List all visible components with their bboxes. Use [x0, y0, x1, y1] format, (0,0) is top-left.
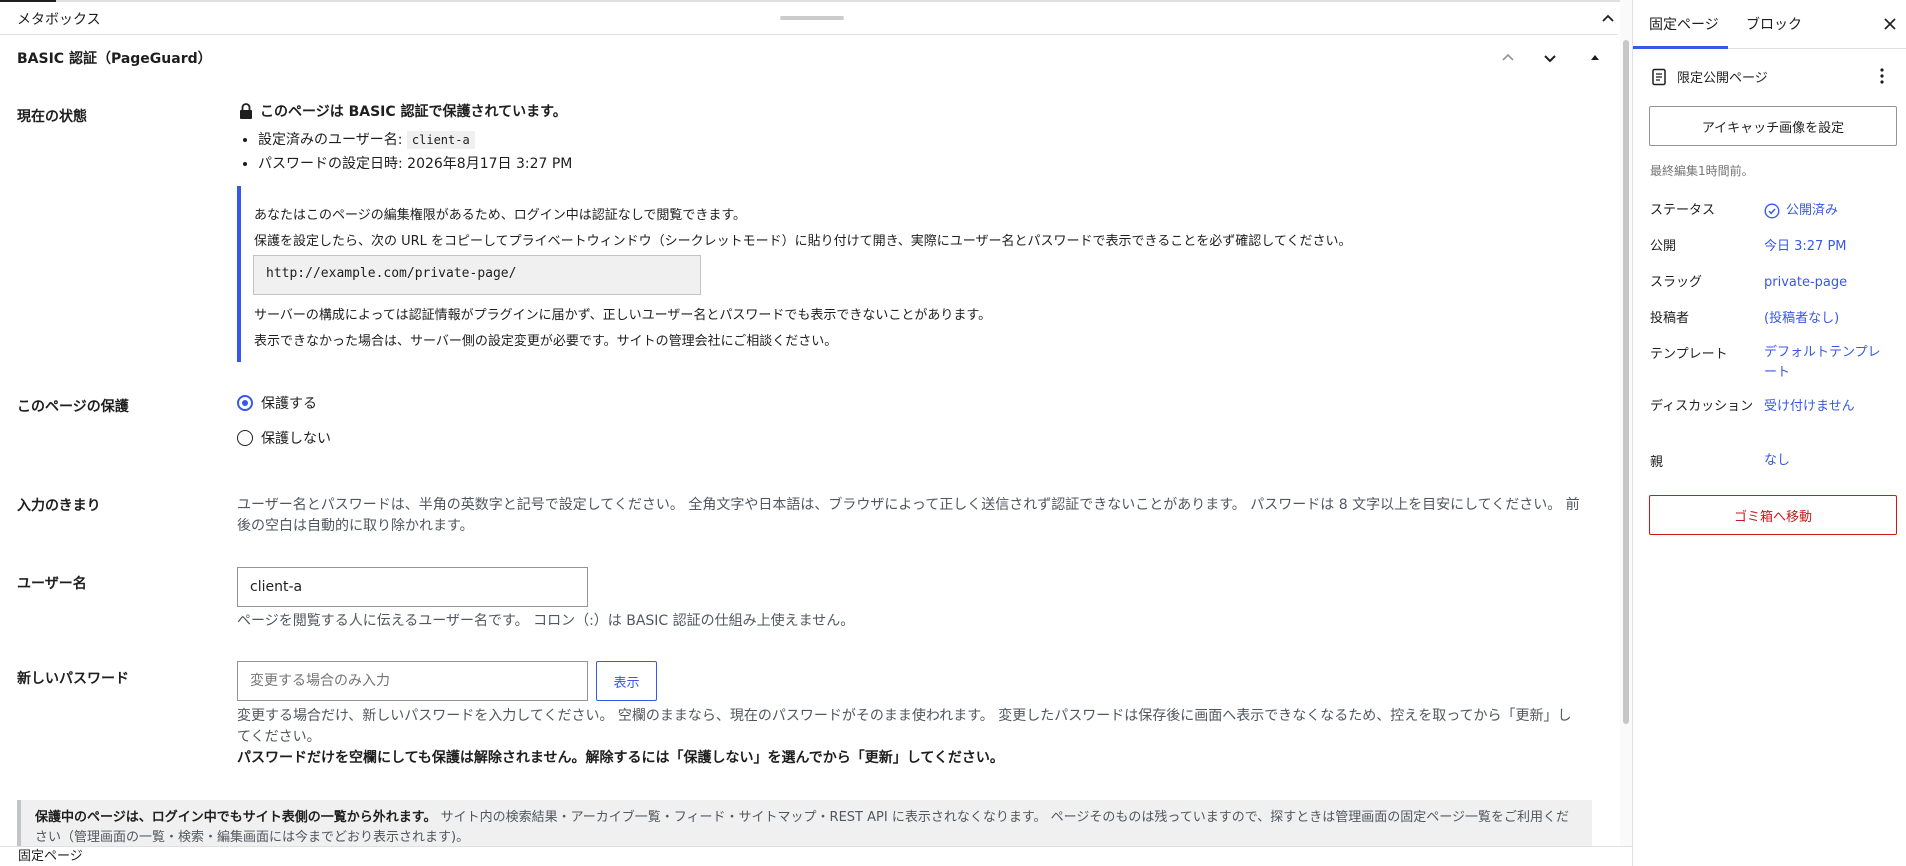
user-prefix: 設定済みのユーザー名:	[258, 132, 403, 148]
list-item: パスワードの設定日時: 2026年8月17日 3:27 PM	[258, 152, 572, 176]
sidebar-tabs: 固定ページ ブロック	[1633, 0, 1906, 49]
rules-label: 入力のきまり	[17, 498, 101, 514]
breadcrumb[interactable]: 固定ページ	[0, 846, 1632, 866]
status-heading: このページは BASIC 認証で保護されています。	[238, 101, 567, 121]
show-password-button[interactable]: 表示	[596, 661, 657, 701]
url-box[interactable]: http://example.com/private-page/	[253, 255, 701, 295]
close-icon[interactable]	[1881, 15, 1899, 33]
metabox-header[interactable]: メタボックス	[0, 2, 1618, 35]
protection-label: このページの保護	[17, 399, 129, 415]
parent-row-value[interactable]: なし	[1764, 451, 1790, 471]
password-input[interactable]	[237, 661, 588, 701]
slug-row-value[interactable]: private-page	[1764, 273, 1847, 293]
password-warning: パスワードだけを空欄にしても保護は解除されません。解除するには「保護しない」を選…	[237, 750, 1004, 766]
status-row-value[interactable]: 公開済み	[1764, 201, 1838, 221]
move-up-icon[interactable]	[1495, 46, 1521, 70]
username-code: client-a	[406, 131, 475, 149]
status-label: 現在の状態	[17, 109, 87, 125]
tab-block[interactable]: ブロック	[1746, 14, 1802, 34]
postbox-header: BASIC 認証（PageGuard）	[0, 36, 1618, 78]
rules-text: ユーザー名とパスワードは、半角の英数字と記号で設定してください。 全角文字や日本…	[237, 497, 1580, 534]
author-row-value[interactable]: (投稿者なし)	[1764, 309, 1839, 329]
lock-icon	[240, 103, 252, 119]
page-type-label: 限定公開ページ	[1677, 71, 1768, 86]
notice-line-1: あなたはこのページの編集権限があるため、ログイン中は認証なしで閲覧できます。	[254, 208, 747, 223]
check-circle-icon	[1764, 203, 1780, 219]
page-icon	[1652, 68, 1666, 85]
discussion-row-value[interactable]: 受け付けません	[1764, 397, 1855, 417]
resize-handle[interactable]	[780, 16, 844, 20]
parent-row-label: 親	[1650, 455, 1664, 470]
visibility-notice-bold: 保護中のページは、ログイン中でもサイト表側の一覧から外れます。	[35, 810, 437, 825]
active-tab-indicator	[1633, 46, 1728, 49]
scrollbar[interactable]	[1620, 0, 1632, 846]
notice-line-3: サーバーの構成によっては認証情報がプラグインに届かず、正しいユーザー名とパスワー…	[254, 308, 992, 323]
publish-row-value[interactable]: 今日 3:27 PM	[1764, 237, 1847, 257]
template-row-value[interactable]: デフォルトテンプレート	[1764, 343, 1892, 383]
last-edited: 最終編集1時間前。	[1650, 164, 1754, 178]
notice-line-4: 表示できなかった場合は、サーバー側の設定変更が必要です。サイトの管理会社にご相談…	[254, 334, 838, 349]
metabox-title: メタボックス	[17, 12, 101, 28]
status-heading-text: このページは BASIC 認証で保護されています。	[260, 104, 567, 120]
visibility-notice: 保護中のページは、ログイン中でもサイト表側の一覧から外れます。 サイト内の検索結…	[17, 800, 1592, 846]
move-down-icon[interactable]	[1537, 46, 1563, 70]
radio-unchecked[interactable]	[237, 430, 253, 446]
password-label: 新しいパスワード	[17, 671, 129, 687]
status-row-label: ステータス	[1650, 203, 1716, 218]
radio-label: 保護する	[261, 396, 317, 412]
radio-protect[interactable]: 保護する	[237, 393, 317, 413]
username-label: ユーザー名	[17, 576, 87, 592]
move-to-trash-button[interactable]: ゴミ箱へ移動	[1649, 495, 1897, 535]
publish-row-label: 公開	[1650, 239, 1677, 254]
username-help: ページを閲覧する人に伝えるユーザー名です。 コロン（:）は BASIC 認証の仕…	[237, 613, 855, 629]
featured-image-button[interactable]: アイキャッチ画像を設定	[1649, 106, 1897, 146]
postbox-title: BASIC 認証（PageGuard）	[17, 51, 212, 67]
discussion-row-label: ディスカッション	[1650, 399, 1754, 414]
chevron-up-icon[interactable]	[1597, 8, 1619, 30]
author-row-label: 投稿者	[1650, 311, 1690, 326]
page-type: 限定公開ページ	[1651, 67, 1768, 86]
list-item: 設定済みのユーザー名: client-a	[258, 128, 572, 152]
radio-label: 保護しない	[261, 431, 331, 447]
collapse-toggle-icon[interactable]	[1582, 46, 1608, 70]
tab-page[interactable]: 固定ページ	[1649, 14, 1719, 34]
editor-main: メタボックス BASIC 認証（PageGuard） 現在の状態 このページは …	[0, 0, 1632, 864]
password-help: 変更する場合だけ、新しいパスワードを入力してください。 空欄のままなら、現在のパ…	[237, 708, 1572, 745]
notice-line-2: 保護を設定したら、次の URL をコピーしてプライベートウィンドウ（シークレット…	[254, 234, 1352, 249]
template-row-label: テンプレート	[1650, 347, 1728, 362]
slug-row-label: スラッグ	[1650, 275, 1703, 290]
radio-checked[interactable]	[237, 395, 253, 411]
radio-no-protect[interactable]: 保護しない	[237, 428, 331, 448]
info-notice: あなたはこのページの編集権限があるため、ログイン中は認証なしで閲覧できます。 保…	[237, 186, 1351, 362]
settings-sidebar: 固定ページ ブロック 限定公開ページ アイキャッチ画像を設定 最終編集1時間前。…	[1632, 0, 1906, 866]
status-value-text: 公開済み	[1786, 203, 1839, 218]
more-options-icon[interactable]	[1879, 67, 1885, 89]
username-input[interactable]	[237, 567, 588, 607]
status-details: 設定済みのユーザー名: client-a パスワードの設定日時: 2026年8月…	[258, 128, 572, 176]
